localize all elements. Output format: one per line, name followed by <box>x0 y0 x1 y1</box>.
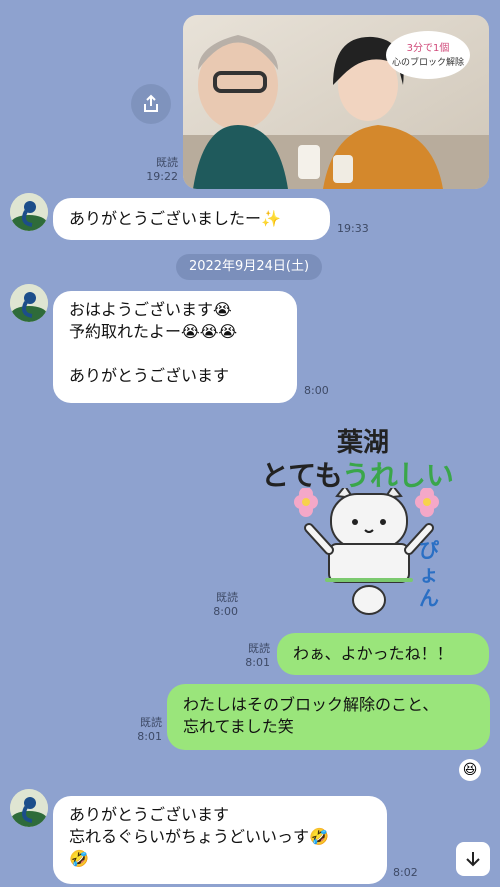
crying-emoji: 😭 <box>199 322 219 341</box>
rofl-emoji: 🤣 <box>309 827 329 846</box>
date-separator: 2022年9月24日(土) <box>176 254 322 280</box>
read-label: 既読 <box>216 591 238 604</box>
sparkles-emoji: ✨ <box>261 209 281 228</box>
crying-emoji: 😭 <box>181 322 200 341</box>
photo-overlay-line2: 心のブロック解除 <box>392 56 464 68</box>
peacock-avatar-icon <box>10 789 48 827</box>
sticker-side-text: ぴょん <box>419 538 439 610</box>
rofl-emoji: 🤣 <box>69 849 89 868</box>
scroll-to-bottom-button[interactable] <box>456 842 490 876</box>
avatar[interactable] <box>10 789 48 827</box>
photo-overlay-line1: 3分で1個 <box>407 41 450 54</box>
peacock-avatar-icon <box>10 193 48 231</box>
message-read-status: 既読 8:01 <box>124 716 162 744</box>
message-bubble-incoming[interactable]: ありがとうございましたー✨ <box>53 198 330 240</box>
message-line: 忘れてました笑 <box>183 717 294 736</box>
message-text: ありがとうございましたー <box>69 209 262 228</box>
shared-photo[interactable]: 3分で1個 心のブロック解除 <box>183 15 489 189</box>
message-text: わぁ、よかったね！！ <box>293 644 453 663</box>
read-label: 既読 <box>156 156 178 169</box>
reaction-emoji[interactable]: 😆 <box>459 759 481 781</box>
crying-emoji: 😭 <box>213 300 232 319</box>
message-bubble-outgoing[interactable]: わぁ、よかったね！！ <box>277 633 489 675</box>
sticker[interactable]: 葉湖 とてもうれしい ぴょん <box>255 420 485 620</box>
message-bubble-outgoing[interactable]: わたしはそのブロック解除のこと、 忘れてました笑 <box>167 684 490 750</box>
timestamp: 19:33 <box>337 222 369 235</box>
message-read-status: 既読 8:01 <box>232 642 270 670</box>
share-icon <box>144 94 158 112</box>
timestamp: 8:00 <box>304 384 329 397</box>
sticker-read-status: 既読 8:00 <box>200 591 238 619</box>
avatar[interactable] <box>10 284 48 322</box>
timestamp: 8:00 <box>213 605 238 618</box>
read-label: 既読 <box>140 716 162 729</box>
message-line: 忘れるぐらいがちょうどいいっす <box>69 827 310 846</box>
photo-read-status: 既読 19:22 <box>140 156 178 184</box>
avatar[interactable] <box>10 193 48 231</box>
message-line: おはようございます <box>69 300 214 319</box>
crying-emoji: 😭 <box>218 322 238 341</box>
message-line: わたしはそのブロック解除のこと、 <box>183 695 439 714</box>
read-label: 既読 <box>248 642 270 655</box>
timestamp: 8:01 <box>137 730 162 743</box>
arrow-down-icon <box>466 852 480 867</box>
message-line: ありがとうございます <box>69 366 230 385</box>
share-button[interactable] <box>131 84 171 124</box>
timestamp: 19:22 <box>146 170 178 183</box>
message-bubble-incoming[interactable]: おはようございます😭 予約取れたよー😭😭😭 ありがとうございます <box>53 291 297 403</box>
message-line: 予約取れたよー <box>69 322 182 341</box>
peacock-avatar-icon <box>10 284 48 322</box>
message-bubble-incoming[interactable]: ありがとうございます 忘れるぐらいがちょうどいいっす🤣 🤣 <box>53 796 387 884</box>
message-line: ありがとうございます <box>69 805 230 824</box>
timestamp: 8:01 <box>245 656 270 669</box>
photo-image: 3分で1個 心のブロック解除 <box>183 15 489 189</box>
timestamp: 8:02 <box>393 866 418 879</box>
